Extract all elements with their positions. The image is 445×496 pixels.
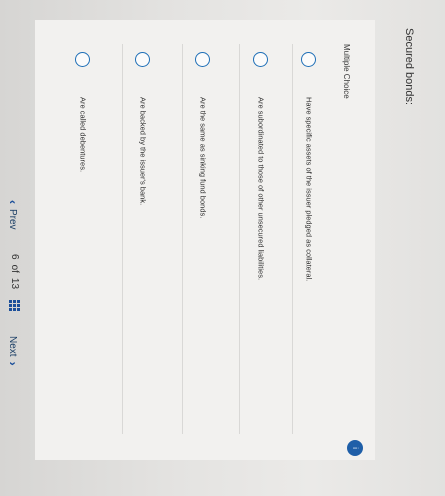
question-panel xyxy=(35,20,375,460)
choice-option[interactable]: Are backed by the issuer's bank. xyxy=(131,52,155,205)
next-button[interactable]: Next › xyxy=(6,336,20,366)
quiz-page: Secured bonds: i Multiple Choice Have sp… xyxy=(0,0,445,496)
question-stem: Secured bonds: xyxy=(403,28,415,106)
radio-button[interactable] xyxy=(301,52,317,67)
choice-option[interactable]: Have specific assets of the issuer pledg… xyxy=(297,52,321,281)
choice-option[interactable]: Are called debentures. xyxy=(71,52,95,172)
prev-button[interactable]: ‹ Prev xyxy=(6,200,20,230)
radio-button[interactable] xyxy=(195,52,211,67)
total-pages: 13 xyxy=(9,277,20,290)
of-label: of xyxy=(9,264,20,273)
radio-button[interactable] xyxy=(135,52,151,67)
choice-option[interactable]: Are the same as sinking fund bonds. xyxy=(191,52,215,218)
choice-label: Are the same as sinking fund bonds. xyxy=(198,97,208,219)
choice-label: Are subordinated to those of other unsec… xyxy=(256,97,266,281)
question-type-label: Multiple Choice xyxy=(342,44,351,99)
photo-frame: Secured bonds: i Multiple Choice Have sp… xyxy=(0,0,445,496)
divider xyxy=(239,44,240,434)
choice-label: Are backed by the issuer's bank. xyxy=(138,97,148,206)
page-indicator[interactable]: 6 of 13 xyxy=(9,254,20,312)
grid-icon[interactable] xyxy=(9,300,20,312)
edge-badge-icon: i xyxy=(347,440,363,456)
prev-label: Prev xyxy=(7,209,19,230)
divider xyxy=(182,44,183,434)
choice-option[interactable]: Are subordinated to those of other unsec… xyxy=(249,52,273,280)
next-label: Next xyxy=(7,336,19,357)
divider xyxy=(122,44,123,434)
radio-button[interactable] xyxy=(75,52,91,67)
chevron-left-icon: ‹ xyxy=(6,200,20,204)
choice-label: Are called debentures. xyxy=(78,97,88,173)
divider xyxy=(292,44,293,434)
current-page: 6 xyxy=(9,254,20,260)
choice-label: Have specific assets of the issuer pledg… xyxy=(304,97,314,282)
chevron-right-icon: › xyxy=(6,361,20,366)
radio-button[interactable] xyxy=(253,52,269,67)
